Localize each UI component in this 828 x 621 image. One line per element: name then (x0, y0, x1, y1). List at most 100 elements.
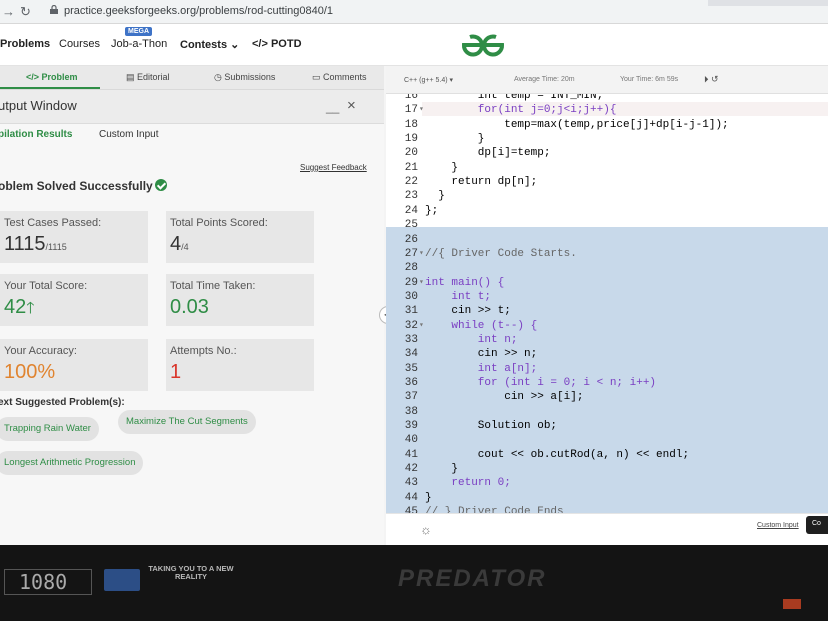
line-number: 43 (404, 477, 418, 490)
nav-job-a-thon[interactable]: Job-a-Thon (111, 38, 167, 50)
suggested-problem-longest-arithmetic-progression[interactable]: Longest Arithmetic Progression (0, 451, 144, 475)
suggested-problem-trapping-rain-water[interactable]: Trapping Rain Water (0, 417, 99, 441)
code-line: 41 cout << ob.cutRod(a, n) << endl; (386, 448, 828, 462)
tab-editorial[interactable]: ▤ Editorial (126, 72, 170, 83)
output-window-title: utput Window (0, 98, 77, 113)
code-text: temp=max(temp,price[j]+dp[i-j-1]); (425, 118, 729, 131)
total-score-number: 42 (4, 296, 27, 318)
code-line: 39 Solution ob; (386, 419, 828, 433)
nav-courses[interactable]: Courses (59, 38, 100, 50)
code-text: } (425, 190, 445, 203)
check-circle-icon (154, 179, 167, 191)
language-select[interactable]: C++ (g++ 5.4) ▾ (404, 76, 453, 84)
url-field[interactable]: practice.geeksforgeeks.org/problems/rod-… (64, 5, 333, 17)
mega-badge: MEGA (125, 27, 152, 36)
code-text: int n; (425, 333, 518, 346)
tab-problem[interactable]: </> Problem (26, 72, 78, 82)
arrow-up-icon: 🡑 (26, 300, 35, 317)
code-text: cin >> t; (425, 305, 511, 318)
line-number: 27 (404, 247, 418, 260)
test-cases-passed: 1115 (4, 233, 46, 255)
fold-toggle-icon[interactable]: ▾ (419, 247, 424, 261)
code-text: int main() { (425, 276, 505, 289)
language-value: C++ (g++ 5.4) (404, 77, 448, 84)
close-icon[interactable]: × (347, 97, 356, 114)
minimize-icon[interactable]: __ (326, 100, 339, 114)
code-text: Solution ob; (425, 420, 558, 433)
code-line: 40 (386, 433, 828, 447)
time-taken-card: Total Time Taken: 0.03 (166, 274, 314, 326)
custom-input-link[interactable]: Custom Input (757, 522, 799, 529)
line-number: 36 (404, 377, 418, 389)
code-line: 26 (386, 233, 828, 247)
editor-toolbar: C++ (g++ 5.4) ▾ Average Time: 20m Your T… (386, 66, 828, 94)
points-value: 4/4 (170, 233, 189, 256)
fold-toggle-icon[interactable]: ▾ (419, 276, 424, 290)
time-taken-label: Total Time Taken: (170, 280, 256, 292)
total-score-value: 42🡑 (4, 296, 35, 324)
fold-toggle-icon[interactable]: ▾ (419, 319, 424, 333)
line-number: 29 (404, 276, 418, 289)
fold-toggle-icon[interactable]: ▾ (419, 103, 424, 117)
tab-submissions[interactable]: ◷ Submissions (214, 72, 275, 83)
points-card: Total Points Scored: 4/4 (166, 211, 314, 263)
document-icon: ▤ (126, 72, 138, 82)
nav-potd[interactable]: </> POTD (252, 38, 302, 50)
code-line: 18 temp=max(temp,price[j]+dp[i-j-1]); (386, 118, 828, 132)
code-text: for (int i = 0; i < n; i++) (425, 377, 657, 389)
browser-address-bar: → ↻ practice.geeksforgeeks.org/problems/… (0, 0, 828, 24)
line-number: 17 (404, 104, 418, 117)
forward-icon[interactable]: → (2, 4, 15, 19)
code-text: return dp[n]; (425, 176, 538, 189)
code-text: } (425, 463, 459, 476)
success-message: oblem Solved Successfully (0, 179, 167, 193)
test-cases-value: 1115/1115 (4, 233, 67, 256)
code-text: int a[n]; (425, 362, 538, 375)
line-number: 18 (404, 118, 418, 131)
line-number: 33 (404, 333, 418, 346)
line-number: 32 (404, 319, 418, 332)
points-scored: 4 (170, 233, 182, 255)
code-line: 44} (386, 491, 828, 505)
tab-comments[interactable]: ▭ Comments (312, 72, 367, 83)
code-line: 23 } (386, 189, 828, 203)
suggested-problems-heading: ext Suggested Problem(s): (0, 397, 125, 408)
compile-button[interactable]: Co (806, 516, 828, 534)
line-number: 39 (404, 420, 418, 433)
code-area[interactable]: 16 int temp = INT_MIN; 17 ▾ for(int j=0;j<… (386, 94, 828, 513)
bezel-sticker (783, 599, 801, 609)
monitor-screen: → ↻ practice.geeksforgeeks.org/problems/… (0, 0, 828, 545)
code-icon: </> (252, 38, 268, 50)
nav-potd-label: POTD (270, 38, 302, 50)
line-number: 24 (404, 204, 418, 217)
site-header: Problems Courses MEGA Job-a-Thon Contest… (0, 24, 828, 66)
line-number: 25 (404, 219, 418, 232)
code-line: 17 ▾ for(int j=0;j<i;j++){ (386, 103, 828, 117)
code-text: cin >> n; (425, 348, 538, 361)
code-text: dp[i]=temp; (425, 147, 551, 160)
lightbulb-icon[interactable]: ☼ (420, 522, 432, 537)
suggest-feedback-link[interactable]: Suggest Feedback (300, 163, 367, 172)
nav-contests[interactable]: Contests ⌄ (180, 38, 239, 51)
time-taken-value: 0.03 (170, 296, 209, 318)
comment-icon: ▭ (312, 72, 324, 82)
tab-custom-input[interactable]: Custom Input (99, 129, 158, 140)
reload-icon[interactable]: ↻ (20, 4, 31, 20)
suggested-problem-maximize-cut-segments[interactable]: Maximize The Cut Segments (118, 410, 256, 434)
code-line: 34 cin >> n; (386, 347, 828, 361)
clock-icon: ◷ (214, 72, 225, 82)
timer-controls-icon[interactable]: ⏵ ↺ (704, 74, 719, 85)
code-text: } (425, 133, 485, 146)
line-number: 40 (404, 434, 418, 447)
line-number: 35 (404, 362, 418, 375)
line-number: 34 (404, 348, 418, 361)
gfg-logo-icon[interactable] (460, 32, 506, 58)
total-score-card: Your Total Score: 42🡑 (0, 274, 148, 326)
promo-tagline: TAKING YOU TO A NEW REALITY (148, 564, 234, 581)
code-text: return 0; (425, 477, 511, 490)
code-line: 31 cin >> t; (386, 304, 828, 318)
output-window: utput Window __ × pilation Results Custo… (0, 90, 384, 545)
tab-compilation-results[interactable]: pilation Results (0, 129, 72, 140)
nav-problems[interactable]: Problems (0, 38, 50, 50)
line-number: 23 (404, 190, 418, 203)
